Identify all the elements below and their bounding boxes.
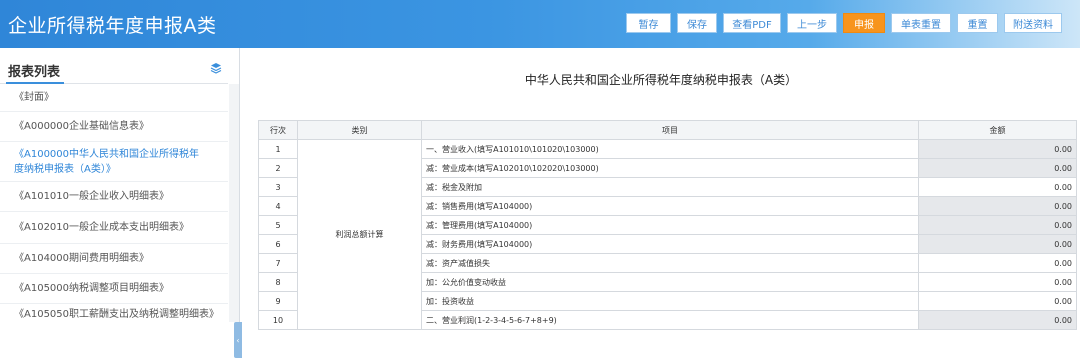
app-header: 企业所得税年度申报A类 暂存 保存 查看PDF 上一步 申报 单表重置 重置 附…: [0, 0, 1080, 48]
amount-input[interactable]: 0.00: [918, 291, 1077, 311]
stack-icon[interactable]: [210, 62, 222, 74]
column-header-amount: 金额: [918, 120, 1077, 140]
sidebar-item-a104000[interactable]: 《A104000期间费用明细表》: [0, 244, 228, 274]
amount-cell: 0.00: [918, 310, 1077, 330]
sidebar-item-a105050[interactable]: 《A105050职工薪酬支出及纳税调整明细表》: [0, 304, 228, 324]
row-number: 1: [258, 139, 298, 159]
reset-button[interactable]: 重置: [957, 13, 998, 33]
row-number: 9: [258, 291, 298, 311]
row-item: 二、营业利润(1-2-3-4-5-6-7+8+9): [421, 310, 919, 330]
sidebar-item-cover[interactable]: 《封面》: [0, 84, 228, 112]
attach-documents-button[interactable]: 附送资料: [1004, 13, 1062, 33]
sidebar-item-a101010[interactable]: 《A101010一般企业收入明细表》: [0, 182, 228, 212]
row-number: 2: [258, 158, 298, 178]
row-number: 8: [258, 272, 298, 292]
column-header-item: 项目: [421, 120, 919, 140]
row-item: 减：税金及附加: [421, 177, 919, 197]
amount-input[interactable]: 0.00: [918, 177, 1077, 197]
amount-input[interactable]: 0.00: [918, 253, 1077, 273]
row-item: 加：投资收益: [421, 291, 919, 311]
column-header-line-no: 行次: [258, 120, 298, 140]
row-item: 减：资产减值损失: [421, 253, 919, 273]
row-number: 10: [258, 310, 298, 330]
sidebar-header: 报表列表: [0, 56, 228, 84]
row-item: 减：营业成本(填写A102010\102020\103000): [421, 158, 919, 178]
column-header-category: 类别: [297, 120, 422, 140]
amount-cell: 0.00: [918, 196, 1077, 216]
row-number: 4: [258, 196, 298, 216]
row-item: 减：管理费用(填写A104000): [421, 215, 919, 235]
row-item: 加：公允价值变动收益: [421, 272, 919, 292]
save-button[interactable]: 保存: [677, 13, 717, 33]
table-row: 1 利润总额计算 一、营业收入(填写A101010\101020\103000)…: [258, 139, 1077, 330]
toolbar: 暂存 保存 查看PDF 上一步 申报 单表重置 重置 附送资料: [626, 13, 1068, 33]
sidebar-item-a100000[interactable]: 《A100000中华人民共和国企业所得税年度纳税申报表（A类）》: [0, 142, 228, 182]
amount-input[interactable]: 0.00: [918, 272, 1077, 292]
form-title: 中华人民共和国企业所得税年度纳税申报表（A类）: [524, 73, 798, 87]
report-list: 《封面》 《A000000企业基础信息表》 《A100000中华人民共和国企业所…: [0, 84, 228, 324]
sidebar: 报表列表 《封面》 《A000000企业基础信息表》 《A100000中华人民共…: [0, 48, 242, 358]
app-title: 企业所得税年度申报A类: [8, 15, 217, 37]
sidebar-item-a105000[interactable]: 《A105000纳税调整项目明细表》: [0, 274, 228, 304]
sidebar-item-a102010[interactable]: 《A102010一般企业成本支出明细表》: [0, 212, 228, 244]
table-header-row: 行次 类别 项目 金额: [258, 120, 1077, 140]
amount-cell: 0.00: [918, 215, 1077, 235]
row-number: 6: [258, 234, 298, 254]
sidebar-scrollbar[interactable]: [229, 84, 239, 322]
sidebar-collapse-toggle[interactable]: ‹: [234, 322, 242, 358]
declaration-table: 行次 类别 项目 金额 1 利润总额计算 一、营业收入(填写A101010\10…: [258, 120, 1077, 330]
row-number: 7: [258, 253, 298, 273]
row-number: 5: [258, 215, 298, 235]
view-pdf-button[interactable]: 查看PDF: [723, 13, 781, 33]
sidebar-title: 报表列表: [8, 65, 61, 80]
row-item: 一、营业收入(填写A101010\101020\103000): [421, 139, 919, 159]
declare-button[interactable]: 申报: [843, 13, 885, 33]
main-content: 中华人民共和国企业所得税年度纳税申报表（A类） 行次 类别 项目 金额 1 利润…: [242, 48, 1080, 330]
amount-cell: 0.00: [918, 139, 1077, 159]
row-item: 减：财务费用(填写A104000): [421, 234, 919, 254]
row-item: 减：销售费用(填写A104000): [421, 196, 919, 216]
temp-save-button[interactable]: 暂存: [626, 13, 671, 33]
category-cell: 利润总额计算: [297, 139, 422, 330]
amount-cell: 0.00: [918, 158, 1077, 178]
sidebar-item-a000000[interactable]: 《A000000企业基础信息表》: [0, 112, 228, 142]
reset-single-table-button[interactable]: 单表重置: [891, 13, 951, 33]
amount-cell: 0.00: [918, 234, 1077, 254]
row-number: 3: [258, 177, 298, 197]
previous-step-button[interactable]: 上一步: [787, 13, 837, 33]
